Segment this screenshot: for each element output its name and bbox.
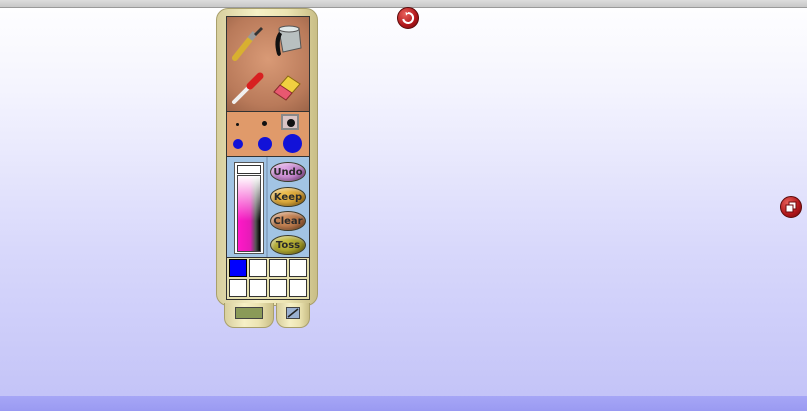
paint-bucket-icon <box>269 25 307 66</box>
status-bar <box>0 396 807 411</box>
refresh-icon <box>401 11 415 25</box>
toss-button[interactable]: Toss <box>270 235 306 255</box>
brush-size-tiny[interactable] <box>236 123 239 126</box>
toss-label: Toss <box>275 239 301 251</box>
restore-window-icon <box>784 200 798 214</box>
keep-button[interactable]: Keep <box>270 187 306 207</box>
clear-button[interactable]: Clear <box>270 211 306 231</box>
refresh-button[interactable] <box>397 7 419 29</box>
keep-label: Keep <box>273 191 303 203</box>
swatch-cell-7[interactable] <box>269 279 287 297</box>
undo-button[interactable]: Undo <box>270 162 306 182</box>
eraser-icon <box>268 75 306 112</box>
paint-bucket-tool[interactable] <box>269 20 307 62</box>
paintbrush-tool[interactable] <box>229 22 267 64</box>
brush-size-small[interactable] <box>262 121 267 126</box>
undo-label: Undo <box>273 166 303 178</box>
swatch-cell-2[interactable] <box>249 259 267 277</box>
brush-size-medium[interactable] <box>287 119 295 127</box>
brush-size-largest[interactable] <box>283 134 302 153</box>
pen-icon <box>286 307 300 319</box>
current-color-swatch <box>237 165 261 174</box>
restore-button[interactable] <box>780 196 802 218</box>
swatch-cell-3[interactable] <box>269 259 287 277</box>
brush-size-larger[interactable] <box>258 137 272 151</box>
divider <box>266 157 268 257</box>
brush-size-large[interactable] <box>233 139 243 149</box>
swatch-cell-6[interactable] <box>249 279 267 297</box>
clear-label: Clear <box>273 215 303 227</box>
swatch-cell-4[interactable] <box>289 259 307 277</box>
drawing-thumbnail-icon <box>235 307 263 319</box>
eyedropper-tool[interactable] <box>230 66 268 108</box>
swatch-cell-1[interactable] <box>229 259 247 277</box>
swatch-cell-8[interactable] <box>289 279 307 297</box>
eyedropper-icon <box>230 72 268 112</box>
swatch-cell-5[interactable] <box>229 279 247 297</box>
color-gradient-picker[interactable] <box>237 175 261 252</box>
eraser-tool[interactable] <box>268 66 306 108</box>
